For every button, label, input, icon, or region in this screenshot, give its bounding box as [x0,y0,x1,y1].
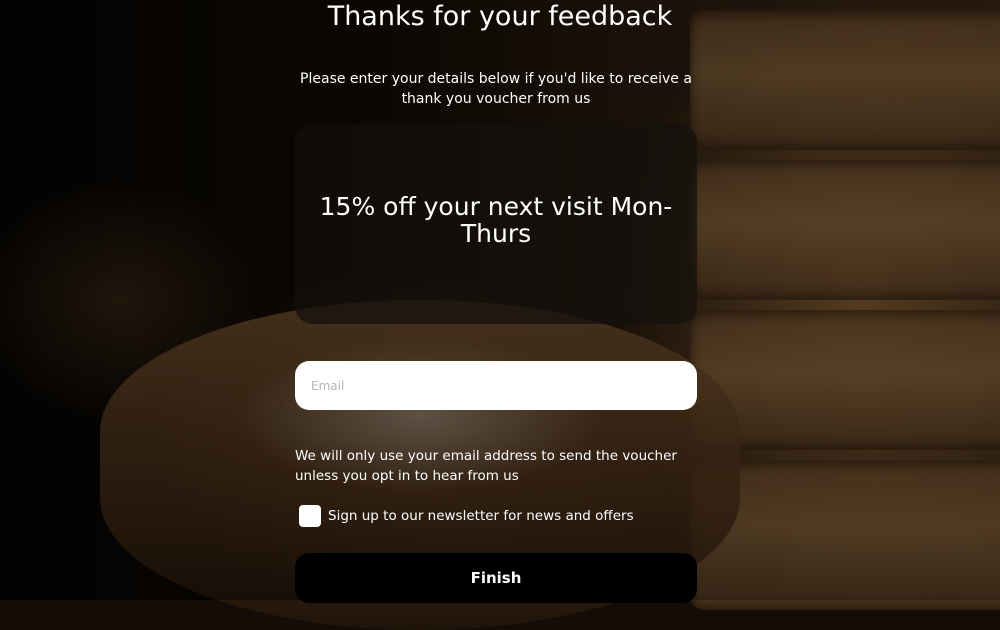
newsletter-checkbox[interactable] [299,505,321,527]
finish-button[interactable]: Finish [295,553,697,603]
privacy-note: We will only use your email address to s… [295,448,677,484]
feedback-voucher-form: Thanks for your feedback Please enter yo… [0,0,1000,603]
page-title: Thanks for your feedback [327,1,673,32]
newsletter-opt-in: Sign up to our newsletter for news and o… [299,505,634,527]
intro-text: Please enter your details below if you'd… [300,71,692,107]
email-field[interactable] [295,361,697,410]
voucher-offer-text: 15% off your next visit Mon-Thurs [319,192,673,248]
newsletter-label[interactable]: Sign up to our newsletter for news and o… [328,506,634,526]
